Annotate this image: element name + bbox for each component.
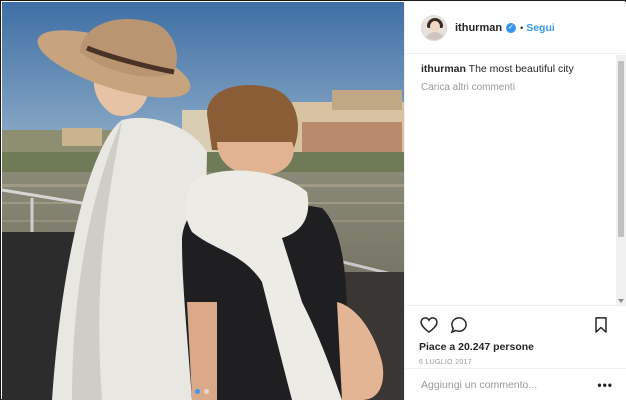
avatar[interactable] [421,14,447,41]
instagram-post-window: ithurman ✓ • Segui ithurman The most bea… [0,0,626,400]
follow-button[interactable]: Segui [526,22,555,34]
add-comment-bar: ••• [405,368,626,400]
comments-area: ithurman The most beautiful city Carica … [421,62,611,95]
username-link[interactable]: ithurman [455,22,502,34]
carousel-dot-active[interactable] [195,389,200,394]
likes-count[interactable]: Piace a 20.247 persone [419,341,611,353]
comment-input[interactable] [421,378,598,391]
post-caption: ithurman The most beautiful city [421,62,611,76]
carousel-dot[interactable] [204,389,209,394]
post-date: 6 LUGLIO 2017 [419,359,472,366]
comments-scrollbar[interactable] [616,55,626,305]
heart-icon[interactable] [419,315,439,335]
post-header: ithurman ✓ • Segui [405,2,626,54]
caption-username-link[interactable]: ithurman [421,63,466,75]
separator-dot: • [520,22,524,33]
post-actions: Piace a 20.247 persone 6 LUGLIO 2017 [405,305,626,366]
scroll-down-arrow-icon[interactable] [618,299,624,303]
post-sidebar: ithurman ✓ • Segui ithurman The most bea… [404,2,626,400]
carousel-indicator [195,389,209,394]
scrollbar-thumb[interactable] [618,61,624,237]
bookmark-icon[interactable] [591,315,611,335]
caption-text: The most beautiful city [465,63,574,75]
comment-icon[interactable] [449,315,469,335]
action-icons-row [419,314,611,336]
verified-icon: ✓ [506,22,517,33]
post-photo[interactable] [2,2,404,400]
load-more-comments-link[interactable]: Carica altri commenti [421,81,611,95]
photo-scene [2,2,404,400]
more-options-icon[interactable]: ••• [597,379,613,391]
